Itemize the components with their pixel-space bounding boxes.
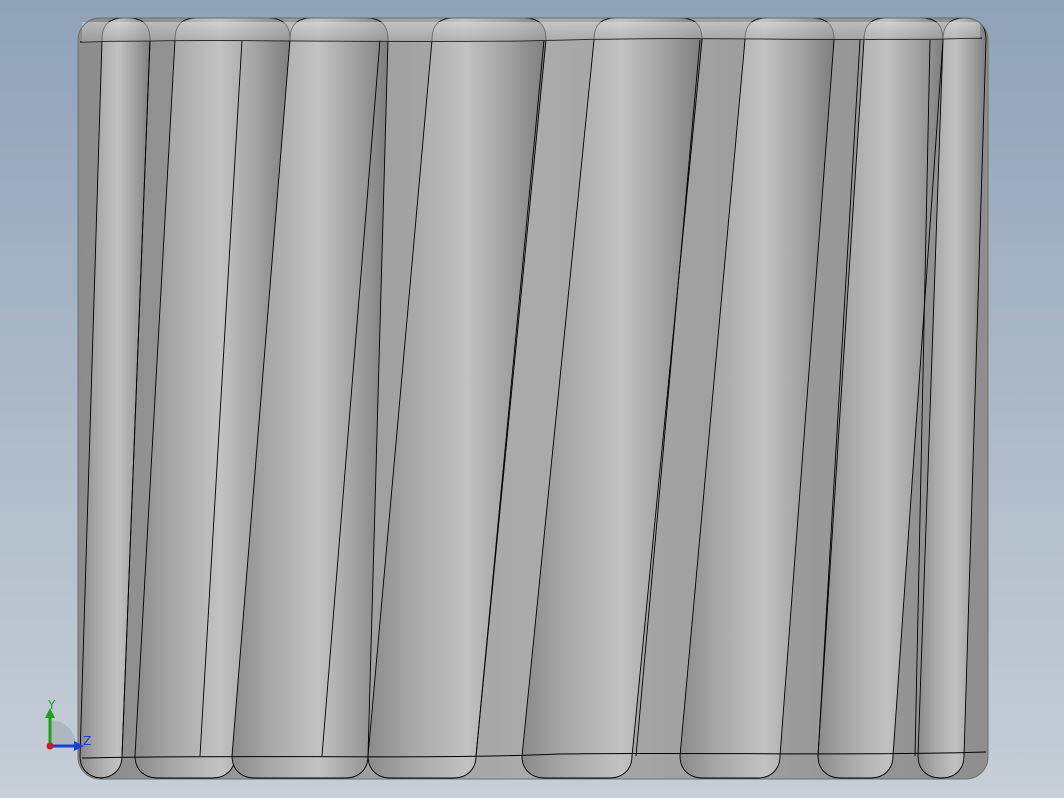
coordinate-triad: Y Z: [45, 698, 91, 751]
triad-background-wedge: [50, 720, 76, 746]
top-rim-highlight: [82, 22, 980, 42]
triad-origin: [46, 742, 54, 750]
3d-model-view[interactable]: [0, 0, 1064, 798]
y-axis-label: Y: [47, 698, 56, 712]
graphics-viewport[interactable]: Y Z: [0, 0, 1064, 798]
z-axis-label: Z: [83, 734, 91, 748]
